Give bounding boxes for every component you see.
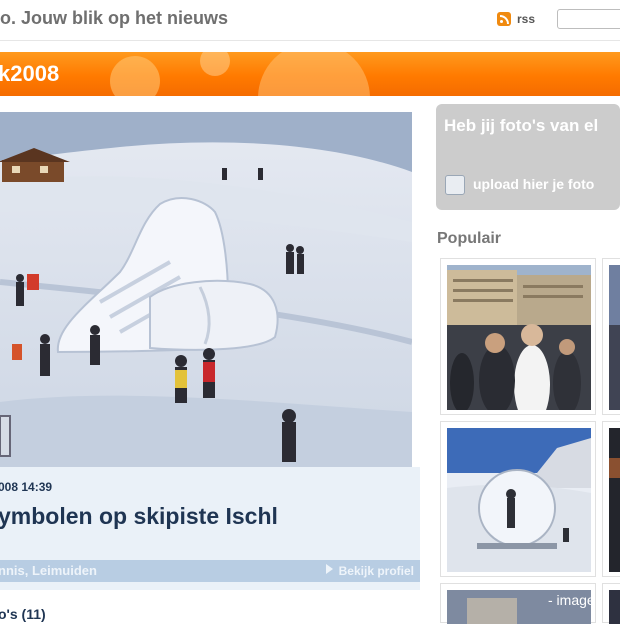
football-decoration bbox=[110, 56, 160, 96]
popular-heading: Populair bbox=[437, 230, 502, 247]
photo-date: 008 14:39 bbox=[0, 480, 53, 494]
night-photo bbox=[609, 428, 620, 572]
football-decoration bbox=[200, 52, 230, 76]
ek2008-banner[interactable]: k2008 bbox=[0, 52, 620, 96]
view-profile-label[interactable]: Bekijk profiel bbox=[339, 564, 414, 578]
photo-info-panel: 008 14:39 ymbolen op skipiste Ischl nnis… bbox=[0, 467, 420, 590]
site-header: o. Jouw blik op het nieuws rss bbox=[0, 0, 620, 41]
upload-question: Heb jij foto's van el bbox=[444, 116, 599, 135]
photo-title: ymbolen op skipiste Ischl bbox=[0, 503, 278, 529]
arrow-right-icon bbox=[325, 564, 333, 574]
image-watermark: - image bbox=[548, 592, 595, 608]
popular-thumbnail[interactable] bbox=[602, 258, 620, 415]
popular-thumbnail[interactable] bbox=[602, 583, 620, 624]
rss-label[interactable]: rss bbox=[517, 12, 535, 26]
search-input[interactable] bbox=[557, 9, 620, 29]
view-profile-link[interactable]: Bekijk profiel bbox=[325, 564, 414, 578]
rss-link[interactable]: rss bbox=[497, 10, 535, 28]
popular-thumbnail[interactable] bbox=[440, 421, 596, 577]
site-title[interactable]: o. Jouw blik op het nieuws bbox=[0, 8, 228, 29]
main-photo[interactable] bbox=[0, 112, 412, 467]
upload-box: Heb jij foto's van el upload hier je fot… bbox=[436, 104, 620, 210]
author-bar: nnis, Leimuiden Bekijk profiel bbox=[0, 560, 420, 582]
rss-icon[interactable] bbox=[497, 12, 511, 26]
upload-link[interactable]: upload hier je foto bbox=[473, 176, 594, 192]
crowd-photo bbox=[447, 265, 591, 410]
snow-globe-photo bbox=[447, 428, 591, 572]
popular-thumbnail[interactable] bbox=[440, 258, 596, 415]
football-decoration bbox=[258, 52, 370, 96]
popular-thumbnail[interactable] bbox=[602, 421, 620, 577]
banner-title: k2008 bbox=[0, 61, 60, 86]
photo-author[interactable]: nnis, Leimuiden bbox=[0, 563, 97, 578]
city-photo bbox=[609, 265, 620, 410]
snow-sculpture-photo bbox=[0, 112, 412, 467]
thumbnail-photo bbox=[609, 590, 620, 624]
upload-checkbox-icon[interactable] bbox=[445, 175, 465, 195]
